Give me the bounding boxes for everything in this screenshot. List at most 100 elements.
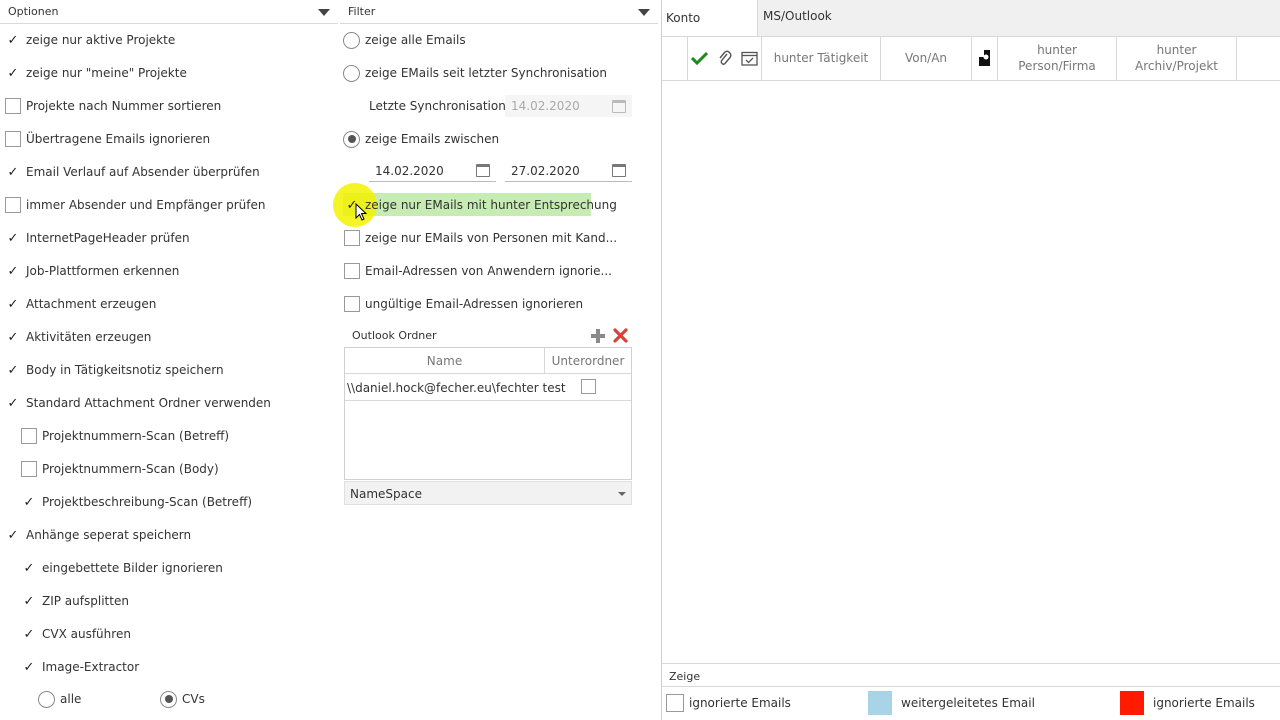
date-to-field[interactable]: 27.02.2020 xyxy=(505,160,632,182)
radio-show-all-emails[interactable]: zeige alle Emails xyxy=(343,29,466,51)
option-checkbox[interactable] xyxy=(5,98,21,114)
option-checkbox[interactable]: ✓ xyxy=(21,593,37,609)
option-checkbox[interactable]: ✓ xyxy=(5,164,21,180)
tab-outlook-label: MS/Outlook xyxy=(763,9,832,23)
option-row[interactable]: ✓ CVX ausführen xyxy=(21,623,131,645)
options-collapse-arrow-icon[interactable] xyxy=(318,9,330,16)
option-row[interactable]: ✓ ZIP aufsplitten xyxy=(21,590,129,612)
option-row[interactable]: Projekte nach Nummer sortieren xyxy=(5,95,221,117)
col-from-to-header[interactable]: Von/An xyxy=(881,36,971,80)
option-row[interactable]: ✓ Standard Attachment Ordner verwenden xyxy=(5,392,271,414)
radio-between[interactable]: zeige Emails zwischen xyxy=(343,128,499,150)
option-checkbox[interactable]: ✓ xyxy=(21,659,37,675)
filter-check-row[interactable]: zeige nur EMails von Personen mit Kand..… xyxy=(344,227,617,249)
option-checkbox[interactable]: ✓ xyxy=(5,65,21,81)
option-row[interactable]: immer Absender und Empfänger prüfen xyxy=(5,194,266,216)
option-checkbox[interactable]: ✓ xyxy=(5,230,21,246)
option-row[interactable]: ✓ Body in Tätigkeitsnotiz speichern xyxy=(5,359,224,381)
option-row[interactable]: ✓ zeige nur aktive Projekte xyxy=(5,29,176,51)
option-row[interactable]: ✓ InternetPageHeader prüfen xyxy=(5,227,190,249)
col-header-subfolders[interactable]: Unterordner xyxy=(545,348,631,374)
radio-cvs[interactable] xyxy=(160,690,177,708)
table-row[interactable]: \\daniel.hock@fecher.eu\fechter test xyxy=(345,375,631,401)
col-header-name[interactable]: Name xyxy=(345,348,545,374)
radio-since-sync-button[interactable] xyxy=(343,64,360,82)
filter-checkbox[interactable] xyxy=(344,230,360,246)
folder-name-cell: \\daniel.hock@fecher.eu\fechter test xyxy=(347,381,566,395)
col-check-header[interactable] xyxy=(687,36,711,80)
col-archive-header[interactable]: hunter Archiv/Projekt xyxy=(1117,36,1236,80)
option-checkbox[interactable]: ✓ xyxy=(21,560,37,576)
option-row[interactable]: ✓ Anhänge seperat speichern xyxy=(5,524,192,546)
date-to-value: 27.02.2020 xyxy=(511,163,580,178)
radio-between-button[interactable] xyxy=(343,130,360,148)
last-sync-label: Letzte Synchronisation xyxy=(369,99,506,113)
option-checkbox[interactable] xyxy=(21,428,37,444)
option-label: eingebettete Bilder ignorieren xyxy=(42,561,223,575)
footer-top-border xyxy=(662,663,1280,664)
option-checkbox[interactable]: ✓ xyxy=(5,362,21,378)
option-checkbox[interactable] xyxy=(5,131,21,147)
option-row[interactable]: ✓ zeige nur "meine" Projekte xyxy=(5,62,187,84)
date-to-calendar-icon[interactable] xyxy=(612,164,626,177)
extract-mode-cvs-radio[interactable]: CVs xyxy=(160,688,205,710)
date-from-field[interactable]: 14.02.2020 xyxy=(369,160,496,182)
tab-outlook[interactable]: MS/Outlook xyxy=(757,0,1280,36)
filter-checkbox[interactable] xyxy=(344,296,360,312)
option-checkbox[interactable] xyxy=(21,461,37,477)
filter-collapse-arrow-icon[interactable] xyxy=(638,9,650,16)
option-checkbox[interactable]: ✓ xyxy=(5,395,21,411)
option-checkbox[interactable]: ✓ xyxy=(5,527,21,543)
add-folder-plus-icon[interactable] xyxy=(590,328,606,344)
option-checkbox[interactable]: ✓ xyxy=(5,32,21,48)
option-row[interactable]: Projektnummern-Scan (Body) xyxy=(21,458,219,480)
col-appointment-header[interactable] xyxy=(737,36,761,80)
option-label: Projekte nach Nummer sortieren xyxy=(26,99,222,113)
option-row[interactable]: ✓ Attachment erzeugen xyxy=(5,293,157,315)
filter-checkbox[interactable] xyxy=(344,263,360,279)
filter-check-row[interactable]: Email-Adressen von Anwendern ignorie... xyxy=(344,260,612,282)
option-label: Projektnummern-Scan (Body) xyxy=(42,462,219,476)
option-row[interactable]: ✓ Job-Plattformen erkennen xyxy=(5,260,180,282)
col-archive-line1: hunter xyxy=(1156,43,1197,57)
radio-all[interactable] xyxy=(38,690,55,708)
date-from-calendar-icon[interactable] xyxy=(476,164,490,177)
option-checkbox[interactable]: ✓ xyxy=(21,494,37,510)
col-contact-header[interactable] xyxy=(972,36,997,80)
radio-since-sync-label: zeige EMails seit letzter Synchronisatio… xyxy=(365,66,607,80)
legend-label: ignorierte Emails xyxy=(689,696,791,710)
option-row[interactable]: ✓ Aktivitäten erzeugen xyxy=(5,326,152,348)
option-checkbox[interactable]: ✓ xyxy=(5,329,21,345)
legend-label: ignorierte Emails xyxy=(1153,696,1255,710)
col-person-line2: Person/Firma xyxy=(1018,59,1096,73)
col-activity-header[interactable]: hunter Tätigkeit xyxy=(762,36,880,80)
option-row[interactable]: ✓ Email Verlauf auf Absender überprüfen xyxy=(5,161,260,183)
radio-since-sync[interactable]: zeige EMails seit letzter Synchronisatio… xyxy=(343,62,607,84)
option-row[interactable]: Projektnummern-Scan (Betreff) xyxy=(21,425,229,447)
filter-check-row[interactable]: ungültige Email-Adressen ignorieren xyxy=(344,293,583,315)
subfolder-checkbox[interactable] xyxy=(581,379,596,394)
delete-folder-x-icon[interactable] xyxy=(613,328,628,343)
option-checkbox[interactable] xyxy=(5,197,21,213)
option-row[interactable]: ✓ Image-Extractor xyxy=(21,656,140,678)
col-person-line1: hunter xyxy=(1037,43,1077,57)
option-label: zeige nur "meine" Projekte xyxy=(26,66,187,80)
legend-item-ignored: ignorierte Emails xyxy=(666,692,791,714)
options-panel-header: Optionen xyxy=(0,0,338,24)
option-checkbox[interactable]: ✓ xyxy=(5,263,21,279)
tab-account[interactable]: Konto xyxy=(662,0,757,36)
calendar-icon xyxy=(612,99,626,113)
option-row[interactable]: Übertragene Emails ignorieren xyxy=(5,128,210,150)
radio-show-all[interactable] xyxy=(343,31,360,49)
option-row[interactable]: ✓ eingebettete Bilder ignorieren xyxy=(21,557,223,579)
filter-check-row[interactable]: ✓ zeige nur EMails mit hunter Entsprechun… xyxy=(344,194,617,216)
col-sep xyxy=(1236,36,1237,80)
namespace-select[interactable]: NameSpace xyxy=(344,481,632,505)
option-checkbox[interactable]: ✓ xyxy=(21,626,37,642)
col-person-header[interactable]: hunter Person/Firma xyxy=(998,36,1116,80)
col-attachment-header[interactable] xyxy=(712,36,737,80)
email-grid-body[interactable] xyxy=(662,81,1280,663)
extract-mode-all-radio[interactable]: alle xyxy=(38,688,81,710)
option-row[interactable]: ✓ Projektbeschreibung-Scan (Betreff) xyxy=(21,491,252,513)
option-checkbox[interactable]: ✓ xyxy=(5,296,21,312)
